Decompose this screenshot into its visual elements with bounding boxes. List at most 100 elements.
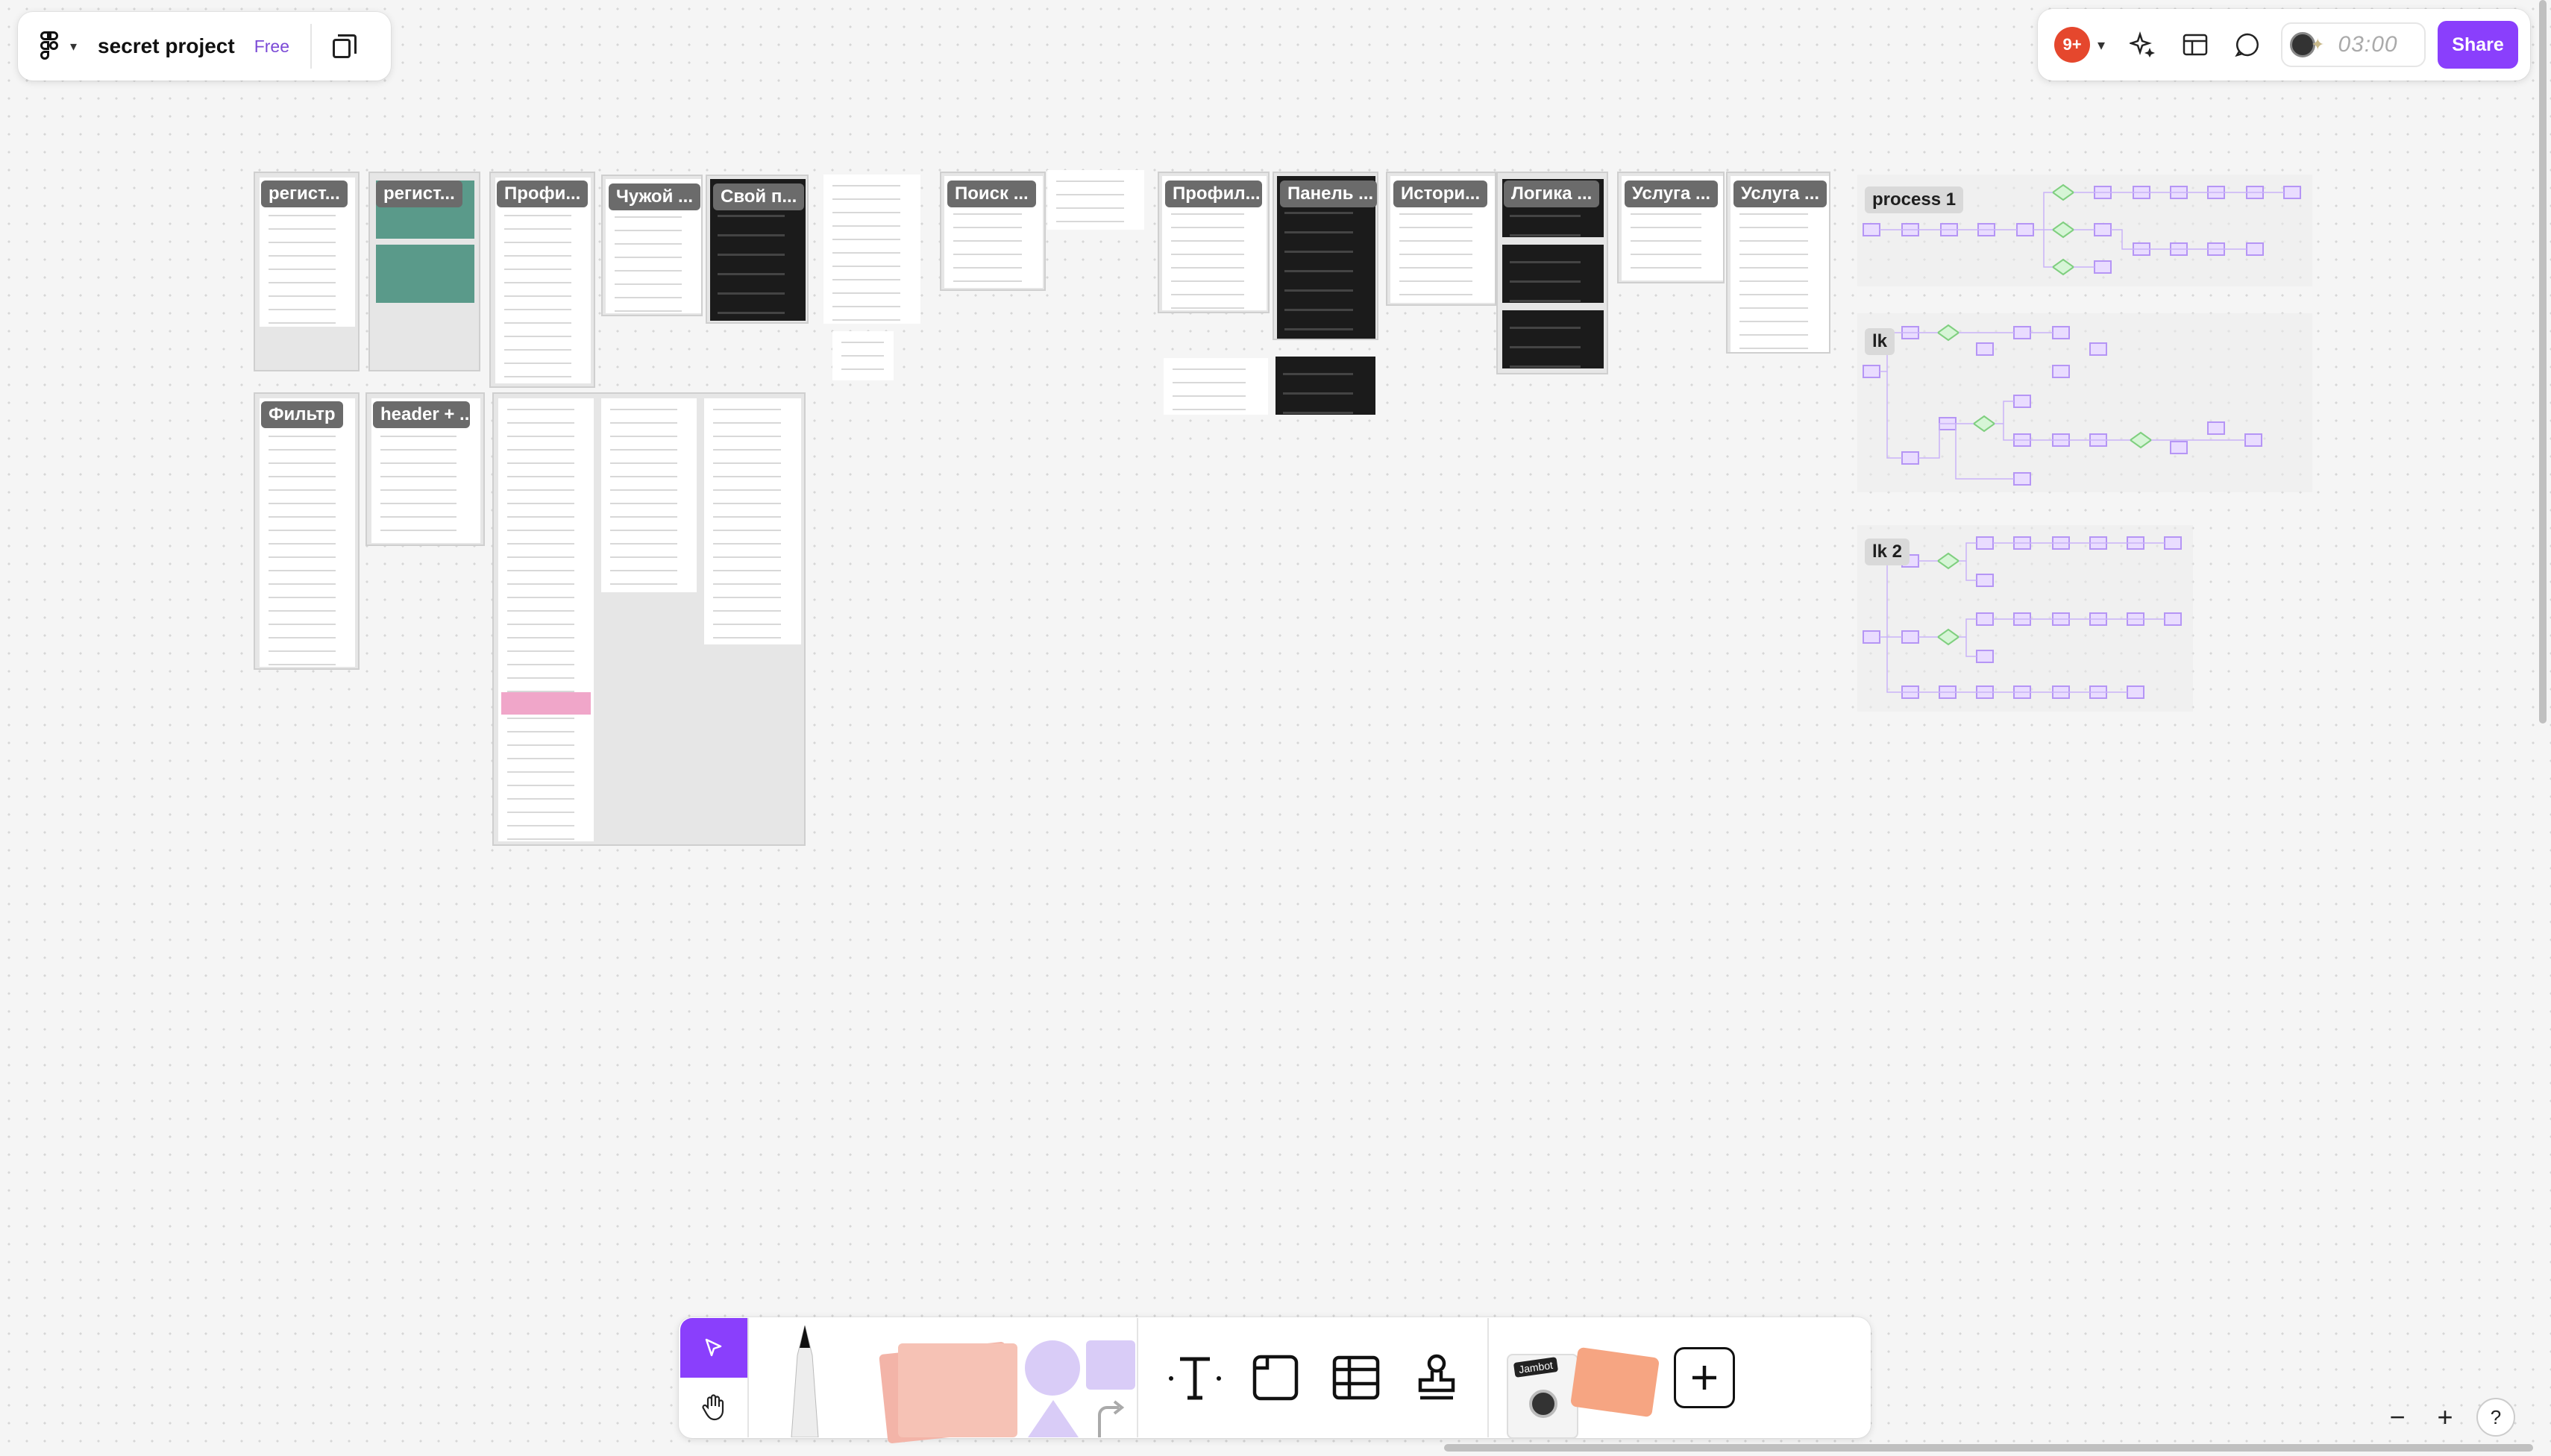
comment-icon[interactable] [2233, 31, 2262, 59]
frame-catalog[interactable] [492, 392, 806, 846]
frame-page [601, 398, 697, 592]
ai-sparkle-icon[interactable] [2129, 31, 2157, 59]
frame-label[interactable]: Истори... [1393, 181, 1488, 207]
frame-label[interactable]: регист... [376, 181, 462, 207]
frame-page [498, 398, 594, 841]
frame-profile-1[interactable]: Профи... [489, 172, 595, 388]
layout-icon[interactable] [2181, 31, 2209, 59]
share-button[interactable]: Share [2438, 21, 2519, 69]
table-icon [1332, 1355, 1380, 1400]
jambot-label: Jambot [1513, 1357, 1559, 1378]
frame-registration-2[interactable]: регист... [368, 172, 480, 371]
flow-lk[interactable] [1857, 313, 2312, 492]
camera-icon [1529, 1390, 1557, 1418]
file-name[interactable]: secret project [98, 34, 235, 58]
frame-label[interactable]: Поиск ... [947, 181, 1036, 207]
frame-search[interactable]: Поиск ... [940, 172, 1046, 291]
text-tool-button[interactable] [1165, 1348, 1225, 1408]
divider [1487, 1318, 1489, 1437]
section-icon [1252, 1355, 1299, 1401]
marker-icon [791, 1325, 819, 1437]
horizontal-scrollbar[interactable] [1444, 1444, 2533, 1452]
hand-tool-button[interactable] [680, 1378, 747, 1437]
table-tool-button[interactable] [1326, 1348, 1386, 1408]
file-panel: ▾ secret project Free [18, 12, 391, 81]
stamp-icon [1418, 1354, 1455, 1400]
help-button[interactable]: ? [2476, 1398, 2515, 1437]
sticky-note-tool-button[interactable] [861, 1318, 1017, 1444]
frame-page [495, 178, 591, 383]
frame-label[interactable]: header + ... [373, 401, 470, 428]
frame-other-profile[interactable]: Чужой ... [601, 175, 703, 316]
notifications-badge[interactable]: 9+ [2054, 27, 2090, 63]
frame-filter[interactable]: Фильтр [254, 392, 360, 670]
frame-dashboard[interactable]: Панель ... [1273, 172, 1378, 340]
connector-icon [1098, 1400, 1125, 1437]
text-icon [1169, 1357, 1221, 1400]
star-icon: ✦ [2311, 35, 2325, 54]
vertical-scrollbar[interactable] [2539, 0, 2547, 724]
zoom-out-button[interactable]: − [2376, 1396, 2418, 1438]
zoom-in-button[interactable]: + [2424, 1396, 2466, 1438]
stamp-tool-button[interactable] [1407, 1348, 1466, 1408]
flow-label[interactable]: lk 2 [1865, 539, 1910, 565]
sticky-note-icon [898, 1343, 1017, 1437]
frame-label[interactable]: Свой п... [713, 183, 805, 210]
divider [310, 24, 312, 69]
frame-landing-preview[interactable] [823, 175, 920, 324]
frame-label[interactable]: Панель ... [1280, 181, 1377, 207]
widget-card-icon [1569, 1346, 1660, 1418]
hand-icon [702, 1394, 724, 1421]
frame-label[interactable]: Фильтр [261, 401, 343, 428]
frame-label[interactable]: Чужой ... [609, 183, 701, 210]
chevron-down-icon: ▾ [70, 38, 78, 54]
frame-registration-1[interactable]: регист... [254, 172, 360, 371]
widgets-button[interactable]: Jambot [1499, 1318, 1660, 1439]
frame-label[interactable]: Логика ... [1504, 181, 1600, 207]
frame-label[interactable]: Услуга ... [1625, 181, 1719, 207]
bottom-toolbar: Jambot [679, 1317, 1871, 1444]
circle-shape-icon [1025, 1340, 1080, 1396]
plan-badge[interactable]: Free [254, 37, 289, 57]
frame-logic[interactable]: Логика ... [1496, 172, 1608, 374]
top-right-panel: 9+ ▾ ✦ 03:00 Share [2038, 9, 2530, 81]
section-tool-button[interactable] [1246, 1348, 1305, 1408]
triangle-shape-icon [1028, 1400, 1079, 1437]
frame-own-profile[interactable]: Свой п... [706, 175, 809, 324]
frame-label[interactable]: Профи... [497, 181, 589, 207]
frame-history[interactable]: Истори... [1386, 172, 1496, 306]
square-shape-icon [1086, 1340, 1135, 1390]
jambot-widget-icon: Jambot [1507, 1354, 1578, 1439]
frame-header-plus[interactable]: header + ... [365, 392, 485, 546]
timer-widget[interactable]: ✦ 03:00 [2281, 22, 2426, 67]
frame-page [376, 245, 474, 303]
flow-label[interactable]: lk [1865, 328, 1895, 355]
move-tool-button[interactable] [680, 1318, 747, 1378]
zoom-controls: − + ? [2376, 1396, 2541, 1438]
frame-service-1[interactable]: Услуга ... [1617, 172, 1725, 283]
frame-dashboard-extra[interactable] [1276, 357, 1375, 415]
cursor-icon [705, 1338, 722, 1357]
figma-logo-icon [40, 31, 61, 61]
frame-page [704, 398, 801, 644]
frame-label[interactable]: Услуга ... [1733, 181, 1827, 207]
frame-profile-2[interactable]: Профил... [1158, 172, 1270, 313]
chevron-down-icon[interactable]: ▾ [2097, 36, 2105, 54]
frame-landing-preview-2[interactable] [832, 331, 894, 380]
plus-icon [1692, 1366, 1716, 1390]
marker-tool-button[interactable] [749, 1318, 861, 1437]
frame-page [1502, 245, 1604, 303]
flow-diagram [1863, 324, 2262, 486]
frame-label[interactable]: регист... [261, 181, 348, 207]
flow-label[interactable]: process 1 [1865, 186, 1964, 213]
frame-service-2[interactable]: Услуга ... [1726, 172, 1830, 354]
frame-profile-extra[interactable] [1164, 358, 1268, 415]
main-menu-button[interactable]: ▾ [40, 31, 77, 61]
frame-page [501, 692, 591, 715]
frame-label[interactable]: Профил... [1165, 181, 1262, 207]
shape-tool-button[interactable] [1017, 1318, 1137, 1437]
pages-icon[interactable] [332, 34, 357, 58]
frame-page [260, 398, 355, 667]
frame-gallery-preview[interactable] [1047, 170, 1144, 230]
add-more-button[interactable] [1674, 1347, 1735, 1408]
